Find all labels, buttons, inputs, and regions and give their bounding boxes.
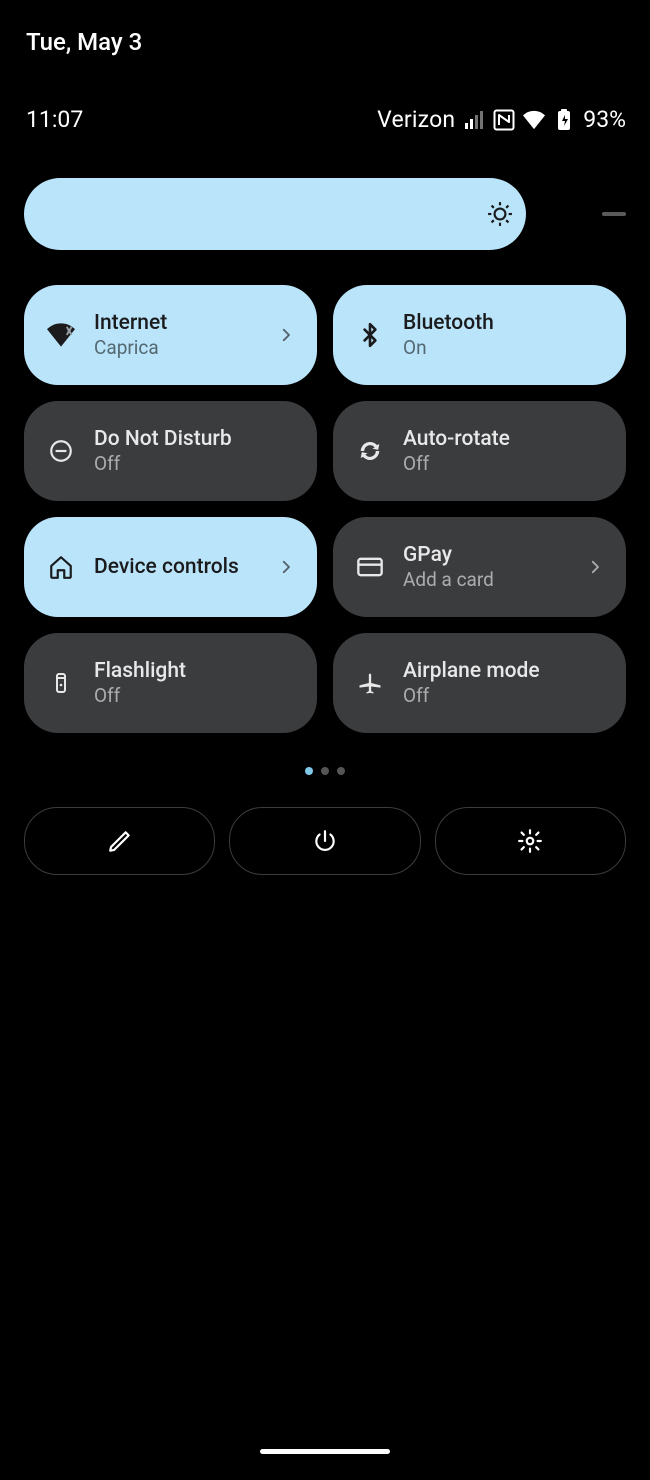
page-dot[interactable] (305, 767, 313, 775)
brightness-track-remainder (602, 212, 626, 216)
tile-title: Flashlight (94, 658, 295, 684)
chevron-right-icon (277, 326, 295, 344)
power-button[interactable] (229, 807, 420, 875)
brightness-icon (487, 201, 513, 227)
page-dot[interactable] (321, 767, 329, 775)
page-dot[interactable] (337, 767, 345, 775)
card-icon (355, 552, 385, 582)
tile-do-not-disturb[interactable]: Do Not DisturbOff (24, 401, 317, 501)
tile-auto-rotate[interactable]: Auto-rotateOff (333, 401, 626, 501)
cell-signal-icon (463, 109, 485, 131)
rotate-icon (355, 436, 385, 466)
status-time: 11:07 (26, 106, 83, 133)
tile-gpay[interactable]: GPayAdd a card (333, 517, 626, 617)
tile-subtitle: Off (94, 684, 295, 708)
bluetooth-icon (355, 320, 385, 350)
status-bar: 11:07 Verizon 93% (0, 56, 650, 133)
tile-title: GPay (403, 542, 568, 568)
tile-airplane-mode[interactable]: Airplane modeOff (333, 633, 626, 733)
dnd-icon (46, 436, 76, 466)
chevron-right-icon (586, 558, 604, 576)
tile-subtitle: Caprica (94, 336, 259, 360)
nfc-icon (493, 109, 515, 131)
airplane-icon (355, 668, 385, 698)
tile-subtitle: Off (403, 452, 604, 476)
flash-icon (46, 668, 76, 698)
wifi-icon (46, 320, 76, 350)
tile-subtitle: Off (94, 452, 295, 476)
tile-flashlight[interactable]: FlashlightOff (24, 633, 317, 733)
quick-settings-grid: InternetCapricaBluetoothOnDo Not Disturb… (24, 285, 626, 733)
tile-title: Do Not Disturb (94, 426, 295, 452)
tile-subtitle: Off (403, 684, 604, 708)
tile-internet[interactable]: InternetCaprica (24, 285, 317, 385)
brightness-slider[interactable] (24, 178, 626, 250)
carrier-label: Verizon (377, 106, 455, 133)
home-icon (46, 552, 76, 582)
battery-icon (553, 109, 575, 131)
tile-title: Airplane mode (403, 658, 604, 684)
tile-subtitle: Add a card (403, 568, 568, 592)
edit-tiles-button[interactable] (24, 807, 215, 875)
tile-title: Bluetooth (403, 310, 604, 336)
bottom-actions (24, 807, 626, 875)
settings-button[interactable] (435, 807, 626, 875)
tile-title: Device controls (94, 554, 259, 580)
chevron-right-icon (277, 558, 295, 576)
battery-percent: 93% (583, 106, 626, 133)
tile-title: Auto-rotate (403, 426, 604, 452)
page-indicator (0, 767, 650, 775)
tile-subtitle: On (403, 336, 604, 360)
wifi-status-icon (523, 109, 545, 131)
tile-bluetooth[interactable]: BluetoothOn (333, 285, 626, 385)
date-label: Tue, May 3 (0, 0, 650, 56)
gesture-nav-handle[interactable] (260, 1449, 390, 1454)
tile-title: Internet (94, 310, 259, 336)
tile-device-controls[interactable]: Device controls (24, 517, 317, 617)
